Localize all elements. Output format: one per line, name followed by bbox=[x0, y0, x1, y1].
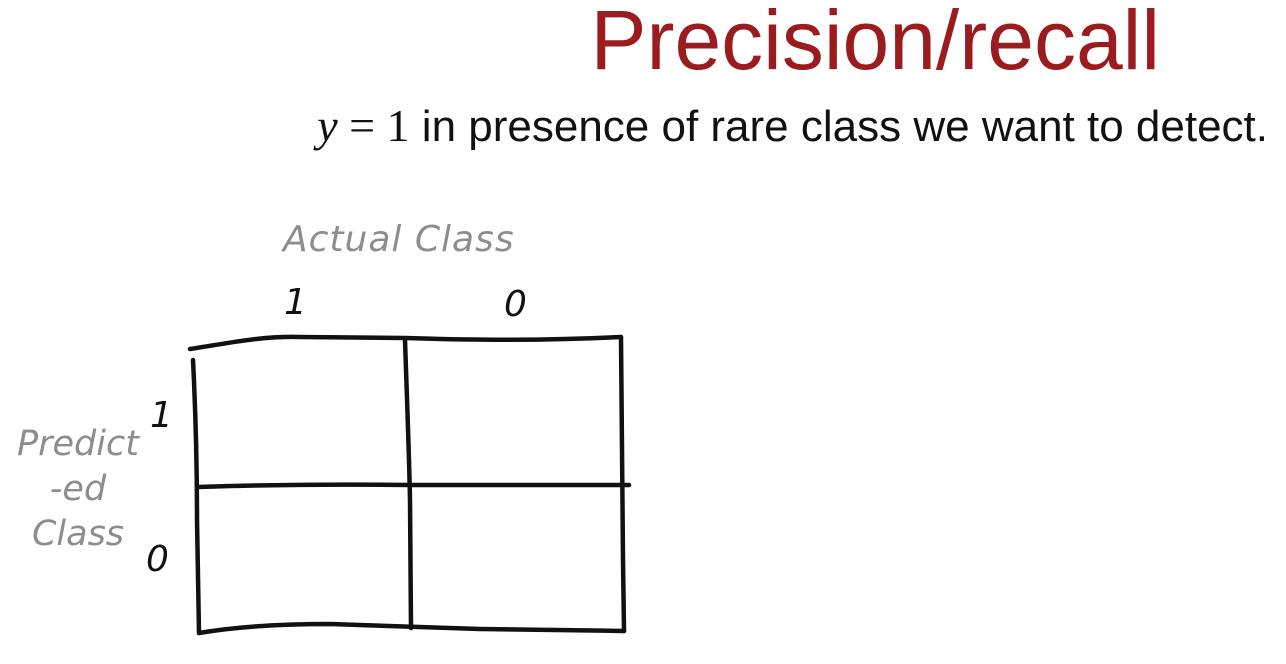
grid-middle-horizontal bbox=[195, 482, 632, 490]
grid-left-border bbox=[190, 357, 202, 636]
confusion-matrix-grid bbox=[187, 334, 632, 636]
